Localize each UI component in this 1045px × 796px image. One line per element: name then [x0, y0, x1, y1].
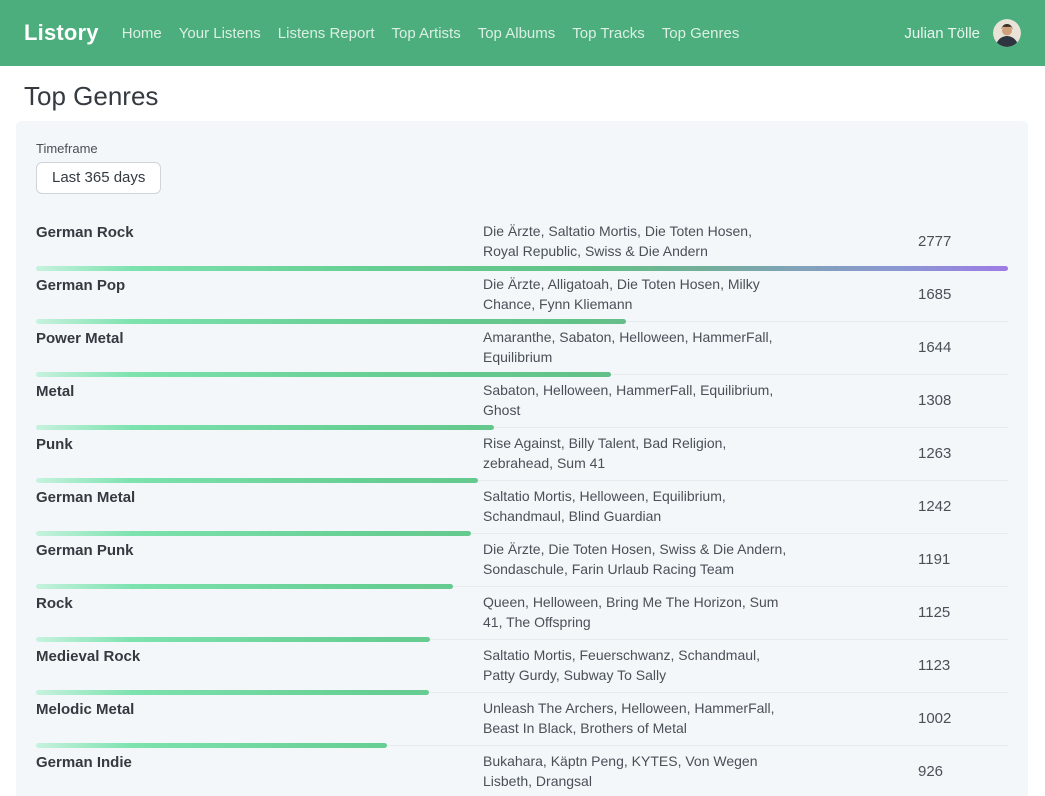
main-nav: Home Your Listens Listens Report Top Art… [122, 25, 740, 42]
genre-count: 1123 [788, 645, 1008, 685]
genre-count: 926 [788, 751, 1008, 791]
genre-row: German Pop Die Ärzte, Alligatoah, Die To… [36, 269, 1008, 322]
genre-name: Power Metal [36, 327, 483, 367]
genre-artists: Bukahara, Käptn Peng, KYTES, Von Wegen L… [483, 751, 788, 791]
genre-row: German Indie Bukahara, Käptn Peng, KYTES… [36, 746, 1008, 796]
genre-artists: Die Ärzte, Die Toten Hosen, Swiss & Die … [483, 539, 788, 579]
genre-count: 1242 [788, 486, 1008, 526]
genre-name: German Rock [36, 221, 483, 261]
user-avatar[interactable] [993, 19, 1021, 47]
genre-name: Medieval Rock [36, 645, 483, 685]
genre-artists: Sabaton, Helloween, HammerFall, Equilibr… [483, 380, 788, 420]
genre-name: German Indie [36, 751, 483, 791]
timeframe-select[interactable]: Last 365 days [36, 162, 161, 194]
timeframe-label: Timeframe [36, 141, 1008, 156]
top-genres-card: Timeframe Last 365 days German Rock Die … [16, 121, 1028, 796]
genre-count: 2777 [788, 221, 1008, 261]
user-name[interactable]: Julian Tölle [904, 25, 980, 42]
nav-item-listens-report[interactable]: Listens Report [278, 25, 375, 42]
genre-count: 1191 [788, 539, 1008, 579]
nav-user-area: Julian Tölle [904, 19, 1021, 47]
top-navbar: Listory Home Your Listens Listens Report… [0, 0, 1045, 66]
genre-count: 1263 [788, 433, 1008, 473]
genre-artists: Die Ärzte, Saltatio Mortis, Die Toten Ho… [483, 221, 788, 261]
genre-row: Punk Rise Against, Billy Talent, Bad Rel… [36, 428, 1008, 481]
genre-artists: Saltatio Mortis, Feuerschwanz, Schandmau… [483, 645, 788, 685]
genre-count: 1644 [788, 327, 1008, 367]
nav-item-top-albums[interactable]: Top Albums [478, 25, 556, 42]
nav-item-top-genres[interactable]: Top Genres [662, 25, 740, 42]
genre-row: Rock Queen, Helloween, Bring Me The Hori… [36, 587, 1008, 640]
page-title: Top Genres [24, 81, 1045, 112]
genre-row: Metal Sabaton, Helloween, HammerFall, Eq… [36, 375, 1008, 428]
genre-name: Punk [36, 433, 483, 473]
genre-count: 1002 [788, 698, 1008, 738]
genre-name: German Metal [36, 486, 483, 526]
avatar-image [993, 19, 1021, 47]
genre-row: German Rock Die Ärzte, Saltatio Mortis, … [36, 216, 1008, 269]
genre-count: 1685 [788, 274, 1008, 314]
nav-item-home[interactable]: Home [122, 25, 162, 42]
brand-logo[interactable]: Listory [24, 20, 99, 46]
genres-table: German Rock Die Ärzte, Saltatio Mortis, … [36, 216, 1008, 796]
genre-row: Power Metal Amaranthe, Sabaton, Hellowee… [36, 322, 1008, 375]
genre-count: 1308 [788, 380, 1008, 420]
genre-artists: Unleash The Archers, Helloween, HammerFa… [483, 698, 788, 738]
genre-artists: Saltatio Mortis, Helloween, Equilibrium,… [483, 486, 788, 526]
nav-item-your-listens[interactable]: Your Listens [179, 25, 261, 42]
genre-row: German Metal Saltatio Mortis, Helloween,… [36, 481, 1008, 534]
genre-name: German Punk [36, 539, 483, 579]
genre-artists: Queen, Helloween, Bring Me The Horizon, … [483, 592, 788, 632]
genre-name: Metal [36, 380, 483, 420]
genre-count: 1125 [788, 592, 1008, 632]
genre-name: Rock [36, 592, 483, 632]
genre-artists: Die Ärzte, Alligatoah, Die Toten Hosen, … [483, 274, 788, 314]
genre-name: German Pop [36, 274, 483, 314]
genre-name: Melodic Metal [36, 698, 483, 738]
genre-row: Melodic Metal Unleash The Archers, Hello… [36, 693, 1008, 746]
genre-artists: Amaranthe, Sabaton, Helloween, HammerFal… [483, 327, 788, 367]
genre-row: German Punk Die Ärzte, Die Toten Hosen, … [36, 534, 1008, 587]
nav-item-top-artists[interactable]: Top Artists [392, 25, 461, 42]
nav-item-top-tracks[interactable]: Top Tracks [572, 25, 645, 42]
genre-row: Medieval Rock Saltatio Mortis, Feuerschw… [36, 640, 1008, 693]
genre-artists: Rise Against, Billy Talent, Bad Religion… [483, 433, 788, 473]
